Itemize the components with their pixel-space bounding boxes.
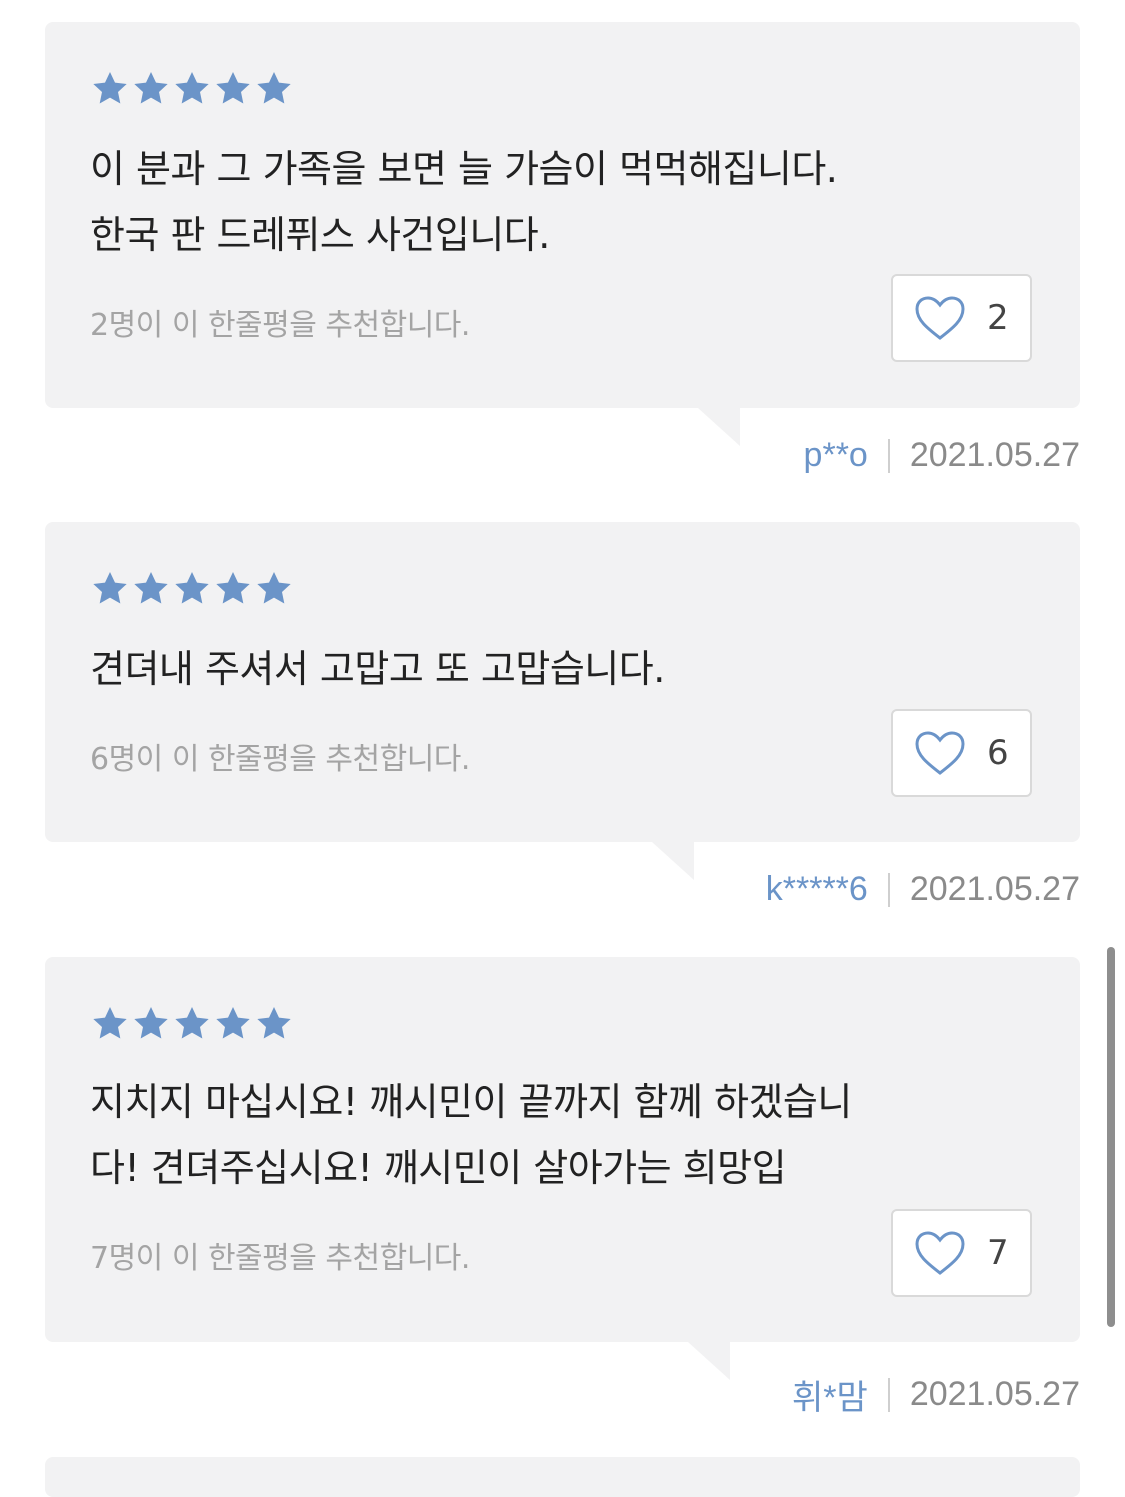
heart-outline-icon [915,731,965,775]
review-date: 2021.05.27 [909,870,1080,908]
like-button[interactable]: 7 [891,1209,1032,1297]
comment-line: 한국 판 드레퓌스 사건입니다. [90,213,550,257]
like-count: 7 [987,1233,1009,1273]
review-card-partial [45,1457,1080,1497]
star-icon [216,72,250,104]
reviewer-username[interactable]: 휘*맘 [792,1370,868,1419]
review-comment: 지치지 마십시요! 깨시민이 끝까지 함께 하겠습니 다! 견뎌주십시요! 깨시… [90,1069,1020,1201]
like-button[interactable]: 2 [891,274,1032,362]
speech-bubble-tail [688,1342,730,1380]
star-icon [175,572,209,604]
star-icon [216,1007,250,1039]
review-meta: 휘*맘 2021.05.27 [792,1370,1080,1419]
comment-line: 지치지 마십시요! 깨시민이 끝까지 함께 하겠습니 [90,1080,852,1124]
comment-line: 견뎌내 주셔서 고맙고 또 고맙습니다. [90,647,665,691]
star-icon [134,72,168,104]
review-date: 2021.05.27 [909,436,1080,474]
star-icon [257,1007,291,1039]
meta-divider [887,1377,890,1412]
speech-bubble-tail [698,408,740,446]
star-icon [175,1007,209,1039]
review-card: 견뎌내 주셔서 고맙고 또 고맙습니다. 6명이 이 한줄평을 추천합니다. 6 [45,522,1080,842]
review-card: 지치지 마십시요! 깨시민이 끝까지 함께 하겠습니 다! 견뎌주십시요! 깨시… [45,957,1080,1342]
star-icon [257,572,291,604]
review-meta: k*****6 2021.05.27 [766,870,1080,909]
star-icon [257,72,291,104]
meta-divider [887,872,890,907]
heart-outline-icon [915,1231,965,1275]
star-icon [93,72,127,104]
star-icon [93,572,127,604]
star-icon [134,1007,168,1039]
reviewer-username[interactable]: p**o [804,436,868,475]
recommend-count-text: 6명이 이 한줄평을 추천합니다. [90,742,470,777]
recommend-count-text: 7명이 이 한줄평을 추천합니다. [90,1241,470,1276]
star-icon [134,572,168,604]
comment-line: 다! 견뎌주십시요! 깨시민이 살아가는 희망입 [90,1146,787,1190]
heart-outline-icon [915,296,965,340]
comment-line: 이 분과 그 가족을 보면 늘 가슴이 먹먹해집니다. [90,147,838,191]
recommend-count-text: 2명이 이 한줄평을 추천합니다. [90,308,470,343]
star-rating [90,569,294,609]
star-icon [216,572,250,604]
star-rating [90,69,294,109]
review-date: 2021.05.27 [909,1375,1080,1413]
like-button[interactable]: 6 [891,709,1032,797]
reviewer-username[interactable]: k*****6 [766,870,868,909]
meta-divider [887,438,890,473]
scrollbar[interactable] [1107,947,1115,1327]
like-count: 6 [987,733,1009,773]
review-meta: p**o 2021.05.27 [804,436,1080,475]
speech-bubble-tail [652,842,694,880]
review-comment: 견뎌내 주셔서 고맙고 또 고맙습니다. [90,636,1020,702]
review-card: 이 분과 그 가족을 보면 늘 가슴이 먹먹해집니다. 한국 판 드레퓌스 사건… [45,22,1080,408]
review-comment: 이 분과 그 가족을 보면 늘 가슴이 먹먹해집니다. 한국 판 드레퓌스 사건… [90,136,1020,268]
star-rating [90,1004,294,1044]
like-count: 2 [987,298,1009,338]
star-icon [93,1007,127,1039]
star-icon [175,72,209,104]
